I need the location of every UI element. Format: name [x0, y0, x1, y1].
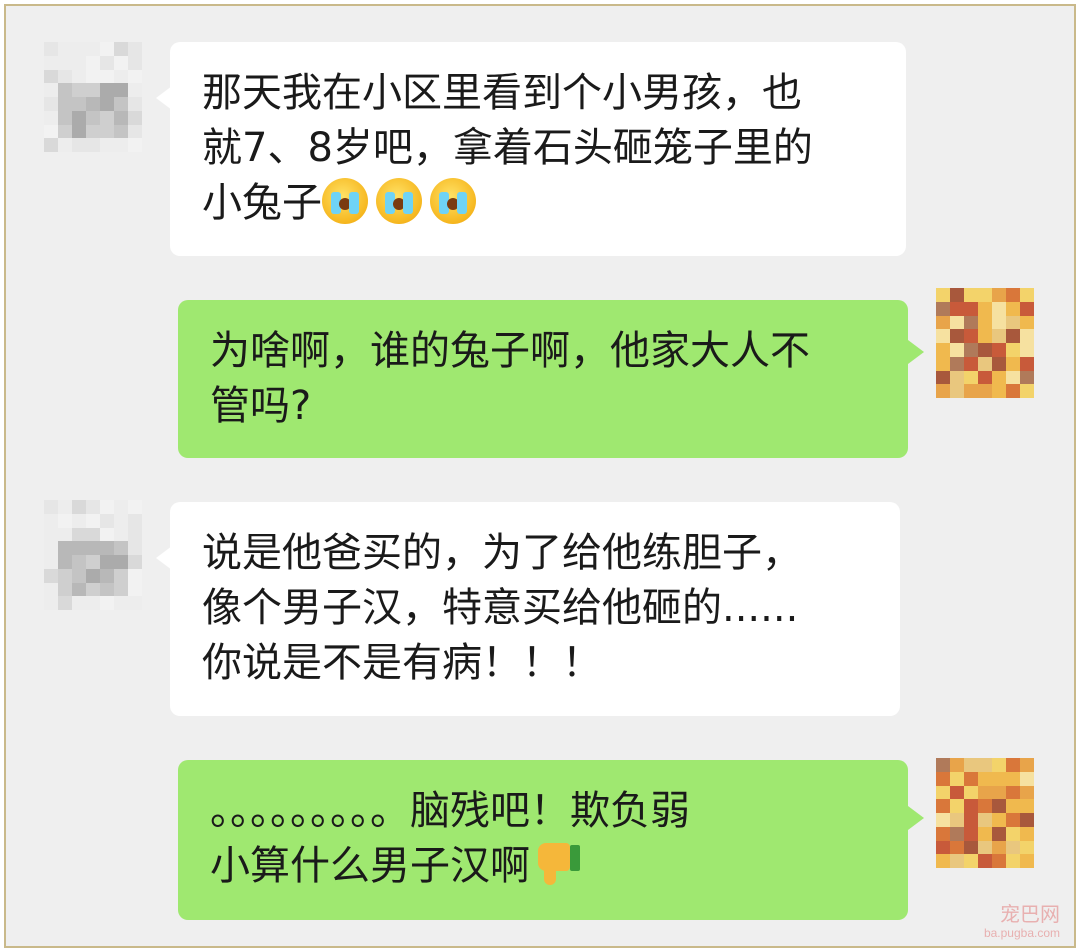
message-line: 你说是不是有病！！！ [202, 640, 602, 686]
message-line: 那天我在小区里看到个小男孩，也 [202, 70, 802, 116]
message-line: 。。。。。。。。。脑残吧！欺负弱 [210, 788, 690, 834]
message-line: 为啥啊，谁的兔子啊，他家大人不 [210, 328, 810, 374]
message-bubble-received[interactable]: 说是他爸买的，为了给他练胆子， 像个男子汉，特意买给他砸的...... 你说是不… [170, 502, 900, 716]
message-line: 小算什么男子汉啊 [210, 843, 530, 889]
thumbs-down-icon [536, 843, 580, 887]
avatar-other[interactable] [44, 500, 142, 610]
avatar-self[interactable] [936, 758, 1034, 868]
message-line: 就7、8岁吧，拿着石头砸笼子里的 [202, 125, 813, 171]
message-bubble-received[interactable]: 那天我在小区里看到个小男孩，也 就7、8岁吧，拿着石头砸笼子里的 小兔子 [170, 42, 906, 256]
avatar-self[interactable] [936, 288, 1034, 398]
message-bubble-sent[interactable]: 为啥啊，谁的兔子啊，他家大人不 管吗? [178, 300, 908, 458]
message-line: 管吗? [210, 383, 312, 429]
bubble-tail [908, 340, 924, 364]
message-line: 像个男子汉，特意买给他砸的...... [202, 585, 799, 631]
message-line: 小兔子 [202, 180, 322, 226]
watermark-title: 宠巴网 [1000, 904, 1060, 926]
crying-face-icon [430, 178, 476, 224]
message-line: 说是他爸买的，为了给他练胆子， [202, 530, 802, 576]
crying-face-icon [322, 178, 368, 224]
bubble-tail [908, 806, 924, 830]
crying-face-icon [376, 178, 422, 224]
avatar-other[interactable] [44, 42, 142, 152]
chat-screenshot-frame: 那天我在小区里看到个小男孩，也 就7、8岁吧，拿着石头砸笼子里的 小兔子 为啥啊… [4, 4, 1076, 948]
message-bubble-sent[interactable]: 。。。。。。。。。脑残吧！欺负弱 小算什么男子汉啊 [178, 760, 908, 920]
watermark: 宠巴网 ba.pugba.com [984, 904, 1060, 940]
watermark-url: ba.pugba.com [983, 926, 1060, 940]
